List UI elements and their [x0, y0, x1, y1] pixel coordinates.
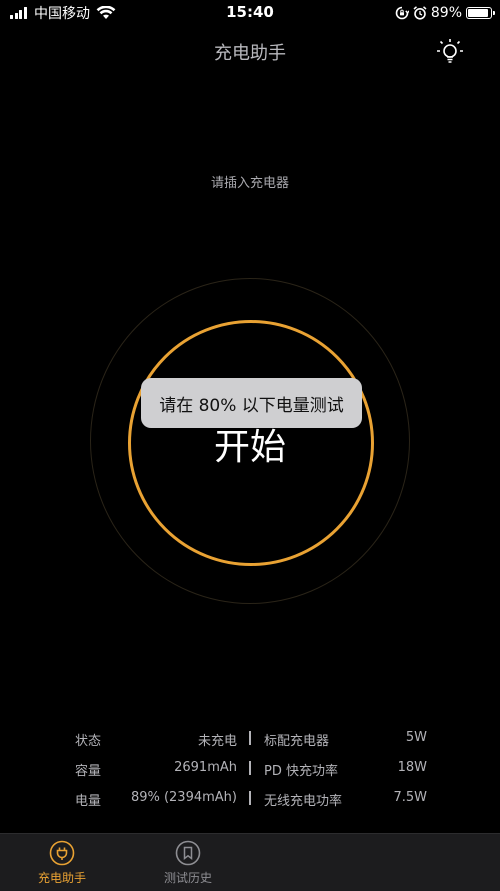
- battery-percent: 89%: [430, 5, 462, 21]
- info-value: 89% (2394mAh): [130, 790, 237, 805]
- status-right: 89%: [395, 4, 495, 22]
- info-key: 标配充电器: [264, 734, 330, 749]
- nav-bar: 充电助手: [0, 28, 500, 74]
- info-value: 5W: [405, 730, 427, 745]
- plug-in-hint: 请插入充电器: [210, 176, 289, 191]
- tab-label: 测试历史: [163, 871, 212, 885]
- info-value: 18W: [397, 760, 427, 775]
- status-bar: 中国移动 15:40 89%: [0, 0, 500, 28]
- toast-message: 请在 80% 以下电量测试: [141, 378, 362, 428]
- battery-icon: [466, 7, 495, 19]
- tab-label: 充电助手: [37, 871, 86, 885]
- divider: [249, 731, 251, 745]
- battery-fill: [468, 9, 488, 17]
- plug-icon: [49, 840, 75, 866]
- info-key: 电量: [75, 794, 102, 809]
- alarm-icon: [413, 6, 427, 20]
- info-key: 容量: [75, 764, 102, 779]
- info-value: 2691mAh: [174, 760, 237, 775]
- start-dial[interactable]: 开始: [90, 278, 410, 604]
- tab-charging-assistant[interactable]: 充电助手: [12, 840, 112, 890]
- page-title: 充电助手: [214, 43, 286, 64]
- info-value: 7.5W: [393, 790, 427, 805]
- bookmark-icon: [175, 840, 201, 866]
- rotation-lock-icon: [395, 6, 409, 20]
- info-key: PD 快充功率: [264, 764, 338, 779]
- info-key: 状态: [75, 734, 102, 749]
- info-row: 状态 未充电 标配充电器 5W: [0, 726, 500, 750]
- info-row: 容量 2691mAh PD 快充功率 18W: [0, 756, 500, 780]
- info-value: 未充电: [197, 734, 237, 749]
- info-key: 无线充电功率: [264, 794, 343, 809]
- light-bulb-icon[interactable]: [434, 36, 466, 68]
- info-row: 电量 89% (2394mAh) 无线充电功率 7.5W: [0, 786, 500, 810]
- tab-test-history[interactable]: 测试历史: [138, 840, 238, 890]
- divider: [249, 761, 251, 775]
- divider: [249, 791, 251, 805]
- tab-bar: 充电助手 测试历史: [0, 833, 500, 891]
